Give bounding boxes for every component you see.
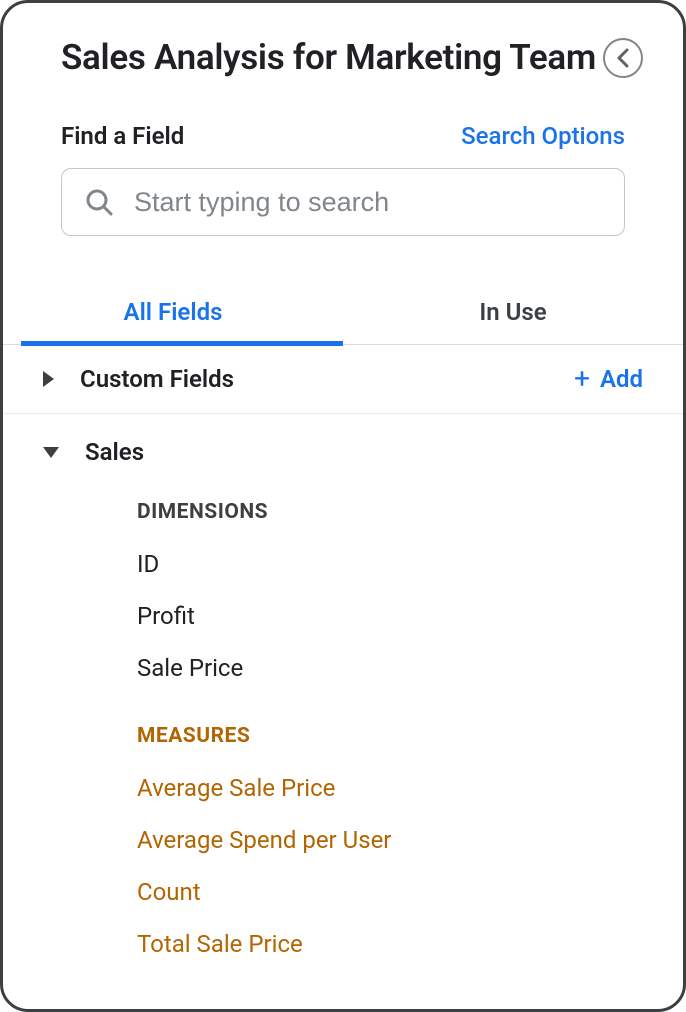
sales-label: Sales xyxy=(85,438,144,466)
sales-section-header[interactable]: Sales xyxy=(43,438,643,466)
dimensions-heading: DIMENSIONS xyxy=(137,500,643,524)
section-sales: Sales DIMENSIONS ID Profit Sale Price ME… xyxy=(3,414,683,970)
section-custom-fields[interactable]: Custom Fields + Add xyxy=(3,345,683,414)
tab-in-use[interactable]: In Use xyxy=(343,284,683,344)
plus-icon: + xyxy=(574,365,590,393)
find-field-row: Find a Field Search Options xyxy=(3,122,683,150)
measures-heading: MEASURES xyxy=(137,724,643,748)
search-wrap xyxy=(3,168,683,236)
search-options-link[interactable]: Search Options xyxy=(461,122,625,150)
dimensions-group: DIMENSIONS ID Profit Sale Price xyxy=(43,500,643,694)
collapse-button[interactable] xyxy=(603,38,643,78)
panel-header: Sales Analysis for Marketing Team xyxy=(3,37,683,78)
caret-right-icon xyxy=(43,371,54,387)
caret-down-icon xyxy=(43,447,59,458)
field-item[interactable]: Profit xyxy=(137,590,643,642)
add-label: Add xyxy=(600,365,643,393)
field-item[interactable]: Total Sale Price xyxy=(137,918,643,970)
search-input[interactable] xyxy=(134,187,602,218)
field-item[interactable]: Sale Price xyxy=(137,642,643,694)
panel-title: Sales Analysis for Marketing Team xyxy=(61,37,596,78)
search-icon xyxy=(84,187,114,217)
field-item[interactable]: Average Spend per User xyxy=(137,814,643,866)
tab-all-fields[interactable]: All Fields xyxy=(3,284,343,344)
add-custom-field-button[interactable]: + Add xyxy=(574,365,643,393)
field-item[interactable]: ID xyxy=(137,538,643,590)
field-item[interactable]: Count xyxy=(137,866,643,918)
measures-group: MEASURES Average Sale Price Average Spen… xyxy=(43,724,643,970)
search-box[interactable] xyxy=(61,168,625,236)
chevron-left-icon xyxy=(616,48,630,68)
find-field-label: Find a Field xyxy=(61,122,184,150)
tabs: All Fields In Use xyxy=(3,284,683,345)
field-item[interactable]: Average Sale Price xyxy=(137,762,643,814)
custom-fields-label: Custom Fields xyxy=(80,365,234,393)
field-picker-panel: Sales Analysis for Marketing Team Find a… xyxy=(0,0,686,1012)
